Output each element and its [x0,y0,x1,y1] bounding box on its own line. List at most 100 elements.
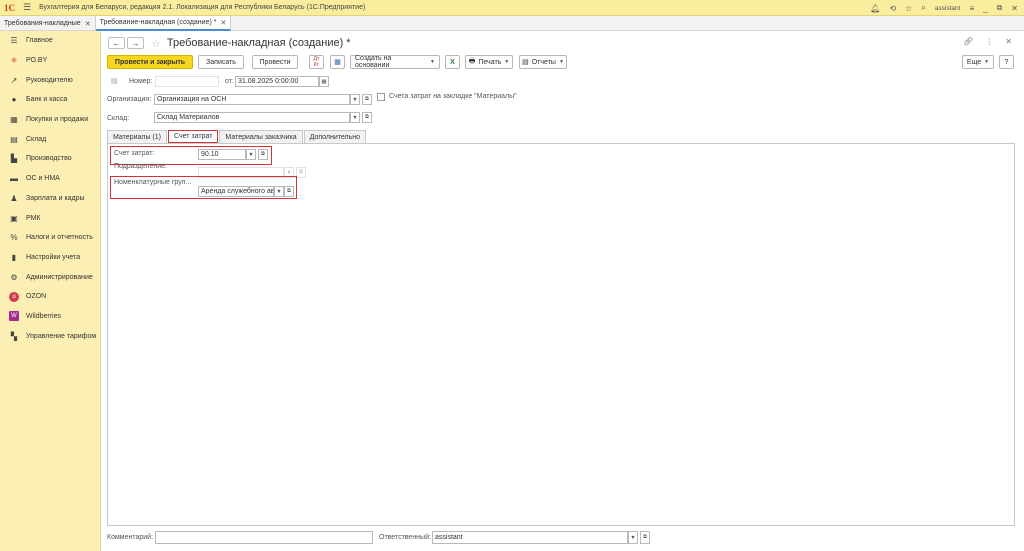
minimize-icon[interactable]: _ [983,4,987,13]
create-based-on-button[interactable]: Создать на основании ▼ [350,55,440,69]
close-form-icon[interactable]: ✕ [1005,37,1012,46]
link-icon[interactable]: 🔗︎ [963,37,973,46]
sidebar-item-label: Настройки учета [26,253,81,261]
post-button[interactable]: Провести [252,55,298,69]
help-button[interactable]: ? [999,55,1014,69]
wildberries-logo-icon: W [9,311,19,322]
sidebar-item-bank[interactable]: ● Банк и касса [0,90,100,110]
sidebar-item-label: РМК [26,214,41,222]
organization-input[interactable]: Организация на ОСН [154,94,350,105]
responsible-dropdown-button[interactable]: ▼ [628,531,638,544]
responsible-open-button[interactable]: ⧉ [640,531,650,544]
favorite-star-icon[interactable]: ☆ [151,37,161,50]
sidebar-item-fixed-assets[interactable]: ▬ ОС и НМА [0,169,100,189]
cash-register-icon: ▣ [10,213,18,223]
number-input[interactable] [155,76,219,87]
app-title: Бухгалтерия для Беларуси, редакция 2.1. … [39,4,366,11]
cost-accounts-checkbox-label[interactable]: Счета затрат на закладке "Материалы" [389,93,517,100]
sidebar-item-warehouse[interactable]: ▤ Склад [0,129,100,149]
division-label: Подразделение: [114,163,167,170]
restore-icon[interactable]: ⧉ [997,3,1003,13]
nomenclature-group-open-button[interactable]: ⧉ [284,186,294,197]
sidebar-item-accounting-settings[interactable]: ▮ Настройки учета [0,248,100,268]
truck-icon: ▬ [10,174,18,184]
reports-button[interactable]: ▤ Отчеты ▼ [519,55,567,69]
sidebar-item-taxes[interactable]: % Налоги и отчетность [0,228,100,248]
date-input[interactable]: 31.08.2025 0:00:00 [235,76,319,87]
forward-button[interactable]: → [127,37,144,49]
settings-menu-icon[interactable]: ≡ [969,4,974,13]
cost-accounts-checkbox[interactable] [377,93,385,101]
comment-input[interactable] [155,531,373,544]
history-icon[interactable]: ⟲ [889,4,896,13]
more-vertical-icon[interactable]: ⋮ [985,37,993,46]
sidebar-item-tariff[interactable]: ▚ Управление тарифом [0,326,100,346]
close-tab-icon[interactable]: ✕ [85,20,91,28]
cost-account-dropdown-button[interactable]: ▼ [246,149,256,160]
grid-icon: ▚ [10,331,18,341]
structure-button[interactable]: ▦ [330,55,345,69]
sidebar-item-administration[interactable]: ⚙ Администрирование [0,267,100,287]
sidebar-item-label: Склад [26,135,47,143]
back-button[interactable]: ← [108,37,125,49]
cost-account-input[interactable]: 90.10 [198,149,246,160]
cost-account-panel [107,143,1015,526]
form-title: Требование-накладная (создание) * [166,37,351,49]
warehouse-input[interactable]: Склад Материалов [154,112,350,123]
dt-kt-button[interactable]: Дт Кт [309,55,324,69]
tab-cost-account[interactable]: Счет затрат [167,130,219,143]
more-button[interactable]: Еще ▼ [962,55,994,69]
responsible-input[interactable]: assistant [432,531,628,544]
window-tab-document[interactable]: Требование-накладная (создание) * ✕ [95,16,232,31]
window-tab-list[interactable]: Требования-накладные ✕ [0,16,96,31]
close-tab-icon[interactable]: ✕ [220,19,226,27]
sidebar-item-label: Управление тарифом [26,332,97,340]
main-menu-icon[interactable]: ☰ [23,2,31,13]
current-user[interactable]: assistant [935,5,961,12]
warehouse-dropdown-button[interactable]: ▼ [350,112,360,123]
title-bar-tools: 🔔︎ ⟲ ☆ ⌕ assistant ≡ _ ⧉ ✕ [870,0,1018,16]
caret-down-icon: ▼ [352,114,358,121]
window-tab-label: Требование-накладная (создание) * [99,19,217,26]
sidebar-item-production[interactable]: ▙ Производство [0,149,100,169]
caret-down-icon: ▼ [984,59,990,65]
print-button[interactable]: 🖶︎ Печать ▼ [465,55,513,69]
excel-button[interactable]: X [445,55,460,69]
favorites-star-icon[interactable]: ☆ [905,4,912,13]
tab-materials[interactable]: Материалы (1) [107,130,167,143]
division-open-button[interactable]: ⧉ [296,167,306,178]
sidebar-item-purchases-sales[interactable]: ▦ Покупки и продажи [0,110,100,130]
close-icon[interactable]: ✕ [1011,4,1018,13]
sidebar-item-manager[interactable]: ↗ Руководителю [0,70,100,90]
nomenclature-group-input[interactable]: Аренда служебного автомобиля [198,186,274,197]
save-button[interactable]: Записать [198,55,244,69]
sidebar-item-ro-by[interactable]: ✳ РО.BY [0,51,100,71]
open-link-icon: ⧉ [365,96,369,102]
tab-additional[interactable]: Дополнительно [303,130,367,143]
excel-icon: X [450,58,455,66]
sidebar-item-payroll[interactable]: ♟ Зарплата и кадры [0,189,100,209]
notifications-bell-icon[interactable]: 🔔︎ [870,4,880,13]
sidebar-item-rmk[interactable]: ▣ РМК [0,208,100,228]
post-and-close-button[interactable]: Провести и закрыть [107,55,193,69]
sidebar-item-main[interactable]: ☰ Главное [0,31,100,51]
calendar-button[interactable]: ▦ [319,76,329,87]
sidebar-item-label: Банк и касса [26,96,68,104]
sidebar-item-label: Производство [26,155,72,163]
form-toolbar: Провести и закрыть Записать Провести Дт К… [102,55,1024,71]
cost-account-open-button[interactable]: ⧉ [258,149,268,160]
cost-account-label: Счет затрат: [114,150,155,157]
factory-icon: ▙ [10,154,18,164]
organization-open-button[interactable]: ⧉ [362,94,372,105]
sidebar-item-wildberries[interactable]: W Wildberries [0,307,100,327]
warehouse-open-button[interactable]: ⧉ [362,112,372,123]
asterisk-icon: ✳ [10,56,18,66]
organization-dropdown-button[interactable]: ▼ [350,94,360,105]
caret-down-icon: ▼ [352,96,358,103]
search-icon[interactable]: ⌕ [921,3,925,13]
nomenclature-group-dropdown-button[interactable]: ▼ [274,186,284,197]
form-tabs: Материалы (1) Счет затрат Материалы зака… [107,130,367,143]
open-link-icon: ⧉ [261,151,265,157]
tab-customer-materials[interactable]: Материалы заказчика [219,130,303,143]
sidebar-item-ozon[interactable]: o OZON [0,287,100,307]
